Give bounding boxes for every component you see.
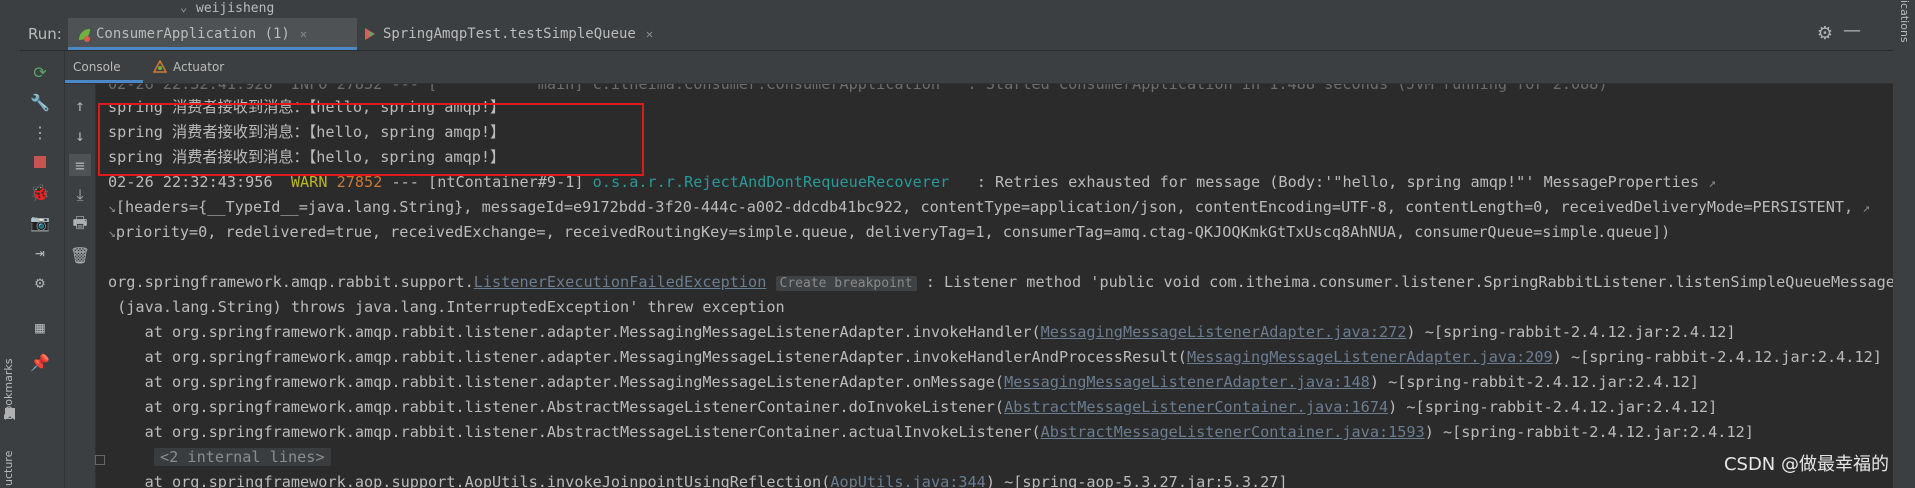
close-icon[interactable]: ✕: [646, 27, 653, 41]
stack-link[interactable]: AbstractMessageListenerContainer.java:16…: [1004, 398, 1388, 416]
run-label: Run:: [28, 25, 62, 43]
stack-line: at org.springframework.amqp.rabbit.liste…: [108, 320, 1736, 345]
create-breakpoint-button[interactable]: Create breakpoint: [775, 276, 917, 291]
soft-wrap-icon: ↗: [1708, 176, 1717, 191]
watermark: CSDN @做最幸福的: [1723, 450, 1889, 476]
folded-lines-label[interactable]: <2 internal lines>: [154, 448, 331, 466]
scroll-to-end-icon[interactable]: ⤓: [69, 184, 91, 206]
structure-tab[interactable]: ucture: [2, 451, 15, 486]
exception-line: org.springframework.amqp.rabbit.support.…: [108, 270, 1893, 295]
log-line-received: spring 消费者接收到消息：【hello, spring amqp!】: [108, 98, 506, 116]
stack-tail: ) ~[spring-rabbit-2.4.12.jar:2.4.12]: [1424, 423, 1754, 441]
stack-line: at org.springframework.amqp.rabbit.liste…: [108, 395, 1718, 420]
stack-tail: ) ~[spring-rabbit-2.4.12.jar:2.4.12]: [1369, 373, 1699, 391]
layout-icon[interactable]: ▦: [29, 316, 51, 338]
stack-tail: ) ~[spring-aop-5.3.27.jar:5.3.27]: [985, 473, 1288, 488]
stack-tail: ) ~[spring-rabbit-2.4.12.jar:2.4.12]: [1388, 398, 1718, 416]
folded-lines[interactable]: <2 internal lines>: [154, 445, 331, 470]
log-line-warn: 02-26 22:32:43:956 WARN 27852 --- [ntCon…: [108, 170, 1716, 195]
settings-search-icon[interactable]: ⚙: [29, 271, 51, 293]
stack-text: at org.springframework.amqp.rabbit.liste…: [108, 323, 1041, 341]
test-icon: [363, 27, 377, 41]
log-message: [headers={__TypeId__=java.lang.String}, …: [115, 198, 1854, 216]
tab-console-label: Console: [73, 60, 121, 74]
rerun-icon[interactable]: ⟳: [29, 61, 51, 83]
stack-line: at org.springframework.aop.support.AopUt…: [108, 470, 1288, 488]
pin-icon[interactable]: 📌: [29, 351, 51, 373]
minimize-icon[interactable]: —: [1843, 20, 1861, 41]
stop-icon[interactable]: [29, 151, 51, 173]
console-toolbar: ↑ ↓ ≡ ⤓ 🖶 🗑: [65, 84, 96, 488]
tab-actuator[interactable]: Actuator: [145, 51, 257, 83]
debug-icon[interactable]: 🐞: [29, 181, 51, 203]
stack-text: at org.springframework.amqp.rabbit.liste…: [108, 348, 1187, 366]
project-tree-row[interactable]: ⌄ weijisheng: [20, 0, 1893, 19]
stack-line: at org.springframework.amqp.rabbit.liste…: [108, 345, 1882, 370]
tree-node-label: weijisheng: [196, 1, 275, 16]
stack-text: at org.springframework.amqp.rabbit.liste…: [108, 373, 1005, 391]
run-actions-toolbar: ⟳ 🔧 ⋮ 🐞 📷 ⇥ ⚙ ▦ 📌: [20, 51, 65, 488]
right-tool-strip: ications: [1892, 0, 1915, 488]
log-line-warn-cont: ↘[headers={__TypeId__=java.lang.String},…: [108, 195, 1870, 220]
left-tool-strip: Bookmarks ucture: [0, 0, 21, 488]
log-thread: --- [ntContainer#9-1]: [382, 173, 593, 191]
wrap-continue-icon: ↘: [108, 201, 116, 216]
wrap-continue-icon: ↘: [108, 226, 116, 241]
console-output[interactable]: 02-26 22:32:41.928 INFO 27852 --- [ main…: [96, 84, 1893, 488]
log-level: WARN: [290, 173, 328, 191]
stack-link[interactable]: MessagingMessageListenerAdapter.java:148: [1004, 373, 1370, 391]
camera-icon[interactable]: 📷: [29, 211, 51, 233]
exception-package: org.springframework.amqp.rabbit.support.: [108, 273, 474, 291]
arrow-up-icon[interactable]: ↑: [69, 94, 91, 116]
stack-link[interactable]: AopUtils.java:344: [830, 473, 985, 488]
gear-icon[interactable]: ⚙: [1817, 23, 1833, 44]
stack-text: at org.springframework.amqp.rabbit.liste…: [108, 398, 1005, 416]
log-line-received: spring 消费者接收到消息：【hello, spring amqp!】: [108, 148, 506, 166]
stack-line: at org.springframework.amqp.rabbit.liste…: [108, 370, 1699, 395]
arrow-down-icon[interactable]: ↓: [69, 124, 91, 146]
log-pid: 27852: [336, 173, 383, 191]
more-icon[interactable]: ⋮: [29, 121, 51, 143]
stack-link[interactable]: MessagingMessageListenerAdapter.java:209: [1187, 348, 1553, 366]
stack-tail: ) ~[spring-rabbit-2.4.12.jar:2.4.12]: [1552, 348, 1882, 366]
run-tab-label: SpringAmqpTest.testSimpleQueue: [383, 26, 636, 42]
stack-text: at org.springframework.amqp.rabbit.liste…: [108, 423, 1041, 441]
tab-actuator-label: Actuator: [173, 60, 225, 74]
run-tab-label: ConsumerApplication (1): [96, 26, 290, 42]
trash-icon[interactable]: 🗑: [69, 244, 91, 266]
run-tool-window-header: Run: ConsumerApplication (1) ✕ SpringAmq…: [20, 18, 1893, 51]
log-message: : Retries exhausted for message (Body:'"…: [949, 173, 1700, 191]
chevron-down-icon[interactable]: ⌄: [180, 0, 187, 14]
tab-console[interactable]: Console: [65, 51, 143, 83]
stack-tail: ) ~[spring-rabbit-2.4.12.jar:2.4.12]: [1406, 323, 1736, 341]
exception-message: : Listener method 'public void com.ithei…: [916, 273, 1893, 291]
soft-wrap-icon[interactable]: ≡: [69, 154, 91, 176]
login-icon[interactable]: ⇥: [29, 241, 51, 263]
stack-link[interactable]: MessagingMessageListenerAdapter.java:272: [1041, 323, 1407, 341]
run-tab-spring-amqp-test[interactable]: SpringAmqpTest.testSimpleQueue ✕: [355, 18, 696, 50]
exception-line-cont: (java.lang.String) throws java.lang.Inte…: [108, 298, 785, 316]
log-line-warn-cont: ↘priority=0, redelivered=true, receivedE…: [108, 220, 1670, 245]
log-logger: o.s.a.r.r.RejectAndDontRequeueRecoverer: [592, 173, 950, 191]
wrench-icon[interactable]: 🔧: [29, 91, 51, 113]
print-icon[interactable]: 🖶: [69, 213, 91, 236]
run-tab-consumer-application[interactable]: ConsumerApplication (1) ✕: [68, 18, 357, 50]
soft-wrap-icon: ↗: [1862, 201, 1871, 216]
fold-toggle-icon[interactable]: [95, 455, 105, 465]
stack-line: at org.springframework.amqp.rabbit.liste…: [108, 420, 1754, 445]
log-message: priority=0, redelivered=true, receivedEx…: [115, 223, 1671, 241]
actuator-icon: [152, 59, 168, 74]
stack-text: at org.springframework.aop.support.AopUt…: [108, 473, 831, 488]
stack-link[interactable]: AbstractMessageListenerContainer.java:15…: [1041, 423, 1425, 441]
notifications-tab[interactable]: ications: [1898, 0, 1911, 43]
console-subtabs: Console Actuator: [65, 51, 1893, 84]
close-icon[interactable]: ✕: [300, 27, 307, 41]
spring-leaf-icon: [76, 27, 90, 42]
exception-class-link[interactable]: ListenerExecutionFailedException: [474, 273, 767, 291]
log-line-received: spring 消费者接收到消息：【hello, spring amqp!】: [108, 123, 506, 141]
log-time: 02-26 22:32:43:956: [108, 173, 273, 191]
